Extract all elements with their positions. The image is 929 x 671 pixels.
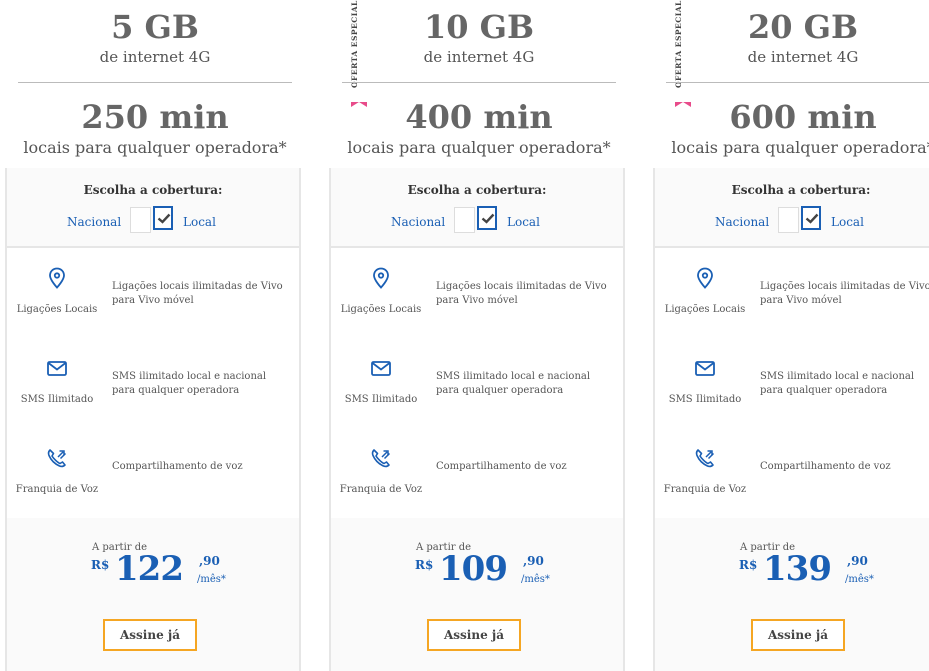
feature-description: SMS ilimitado local e nacional para qual… — [436, 371, 591, 396]
phone-voice-icon — [371, 449, 391, 468]
price-integer: 109 — [439, 549, 508, 589]
checkmark-icon — [157, 213, 171, 224]
feature-row: Franquia de Voz Compartilhamento de voz — [331, 428, 623, 520]
checkmark-icon — [481, 213, 495, 224]
feature-label: SMS Ilimitado — [344, 394, 418, 405]
feature-label: Franquia de Voz — [15, 484, 99, 495]
plan-minutes: 250 min — [81, 98, 229, 136]
coverage-selector: Escolha a cobertura: Nacional Local — [7, 168, 299, 248]
plan-data-amount: 10 GB — [423, 8, 535, 46]
plan-minutes-subtitle: locais para qualquer operadora* — [347, 138, 611, 157]
coverage-toggle-track[interactable] — [130, 207, 151, 233]
divider — [666, 82, 929, 83]
feature-row: SMS Ilimitado SMS ilimitado local e naci… — [7, 338, 299, 430]
coverage-local-label[interactable]: Local — [183, 215, 216, 229]
plan-card: OFERTA ESPECIAL 20 GB de internet 4G 600… — [648, 0, 929, 671]
plan-card: OFERTA ESPECIAL 10 GB de internet 4G 400… — [324, 0, 640, 671]
feature-description: Ligações locais ilimitadas de Vivo para … — [436, 281, 607, 306]
feature-label: Franquia de Voz — [663, 484, 747, 495]
coverage-title: Escolha a cobertura: — [731, 183, 871, 197]
coverage-title: Escolha a cobertura: — [407, 183, 547, 197]
plan-minutes: 600 min — [729, 98, 877, 136]
plan-data-amount: 20 GB — [747, 8, 859, 46]
feature-description: Compartilhamento de voz — [760, 461, 891, 472]
price-currency: R$ — [415, 558, 434, 572]
envelope-icon — [47, 361, 67, 376]
phone-voice-icon — [47, 449, 67, 468]
price-decimal: ,90 — [847, 554, 868, 568]
subscribe-button[interactable]: Assine já — [103, 619, 197, 651]
plan-data-subtitle: de internet 4G — [423, 48, 535, 66]
price-section: A partir de R$ 139 ,90 /mês* Assine já — [655, 518, 929, 671]
feature-description: Compartilhamento de voz — [436, 461, 567, 472]
plan-details: Escolha a cobertura: Nacional Local Liga… — [5, 168, 301, 671]
price-currency: R$ — [91, 558, 110, 572]
price-integer: 122 — [115, 549, 184, 589]
price-currency: R$ — [739, 558, 758, 572]
divider — [342, 82, 616, 83]
price-period: /mês* — [521, 574, 550, 585]
plan-minutes: 400 min — [405, 98, 553, 136]
feature-description: Ligações locais ilimitadas de Vivo para … — [112, 281, 283, 306]
plan-details: Escolha a cobertura: Nacional Local Liga… — [329, 168, 625, 671]
plan-details: Escolha a cobertura: Nacional Local Liga… — [653, 168, 929, 671]
subscribe-button[interactable]: Assine já — [427, 619, 521, 651]
feature-row: Franquia de Voz Compartilhamento de voz — [655, 428, 929, 520]
coverage-selector: Escolha a cobertura: Nacional Local — [655, 168, 929, 248]
coverage-selector: Escolha a cobertura: Nacional Local — [331, 168, 623, 248]
plan-data-amount: 5 GB — [111, 8, 199, 46]
price-period: /mês* — [845, 574, 874, 585]
feature-row: SMS Ilimitado SMS ilimitado local e naci… — [655, 338, 929, 430]
coverage-title: Escolha a cobertura: — [83, 183, 223, 197]
feature-description: SMS ilimitado local e nacional para qual… — [760, 371, 915, 396]
feature-description: Compartilhamento de voz — [112, 461, 243, 472]
plan-card: 5 GB de internet 4G 250 min locais para … — [0, 0, 316, 671]
coverage-nacional-label[interactable]: Nacional — [391, 215, 445, 229]
coverage-local-checkbox[interactable] — [477, 206, 497, 230]
price-decimal: ,90 — [523, 554, 544, 568]
location-pin-icon — [49, 267, 65, 289]
feature-label: Ligações Locais — [340, 304, 422, 315]
feature-label: Ligações Locais — [664, 304, 746, 315]
plan-data-subtitle: de internet 4G — [747, 48, 859, 66]
price-integer: 139 — [763, 549, 832, 589]
price-decimal: ,90 — [199, 554, 220, 568]
feature-description: SMS ilimitado local e nacional para qual… — [112, 371, 267, 396]
feature-label: SMS Ilimitado — [20, 394, 94, 405]
subscribe-button[interactable]: Assine já — [751, 619, 845, 651]
envelope-icon — [695, 361, 715, 376]
coverage-nacional-label[interactable]: Nacional — [67, 215, 121, 229]
price-section: A partir de R$ 109 ,90 /mês* Assine já — [331, 518, 623, 671]
feature-description: Ligações locais ilimitadas de Vivo para … — [760, 281, 929, 306]
location-pin-icon — [697, 267, 713, 289]
feature-label: Ligações Locais — [16, 304, 98, 315]
coverage-toggle-track[interactable] — [778, 207, 799, 233]
coverage-nacional-label[interactable]: Nacional — [715, 215, 769, 229]
coverage-local-checkbox[interactable] — [153, 206, 173, 230]
divider — [18, 82, 292, 83]
phone-voice-icon — [695, 449, 715, 468]
price-period: /mês* — [197, 574, 226, 585]
plan-data-subtitle: de internet 4G — [99, 48, 211, 66]
feature-row: Ligações Locais Ligações locais ilimitad… — [7, 248, 299, 340]
coverage-local-checkbox[interactable] — [801, 206, 821, 230]
coverage-local-label[interactable]: Local — [507, 215, 540, 229]
price-section: A partir de R$ 122 ,90 /mês* Assine já — [7, 518, 299, 671]
feature-row: Ligações Locais Ligações locais ilimitad… — [331, 248, 623, 340]
plan-minutes-subtitle: locais para qualquer operadora* — [23, 138, 287, 157]
feature-row: Ligações Locais Ligações locais ilimitad… — [655, 248, 929, 340]
feature-label: SMS Ilimitado — [668, 394, 742, 405]
feature-row: Franquia de Voz Compartilhamento de voz — [7, 428, 299, 520]
envelope-icon — [371, 361, 391, 376]
coverage-local-label[interactable]: Local — [831, 215, 864, 229]
plan-minutes-subtitle: locais para qualquer operadora* — [671, 138, 929, 157]
feature-row: SMS Ilimitado SMS ilimitado local e naci… — [331, 338, 623, 430]
checkmark-icon — [805, 213, 819, 224]
feature-label: Franquia de Voz — [339, 484, 423, 495]
coverage-toggle-track[interactable] — [454, 207, 475, 233]
location-pin-icon — [373, 267, 389, 289]
